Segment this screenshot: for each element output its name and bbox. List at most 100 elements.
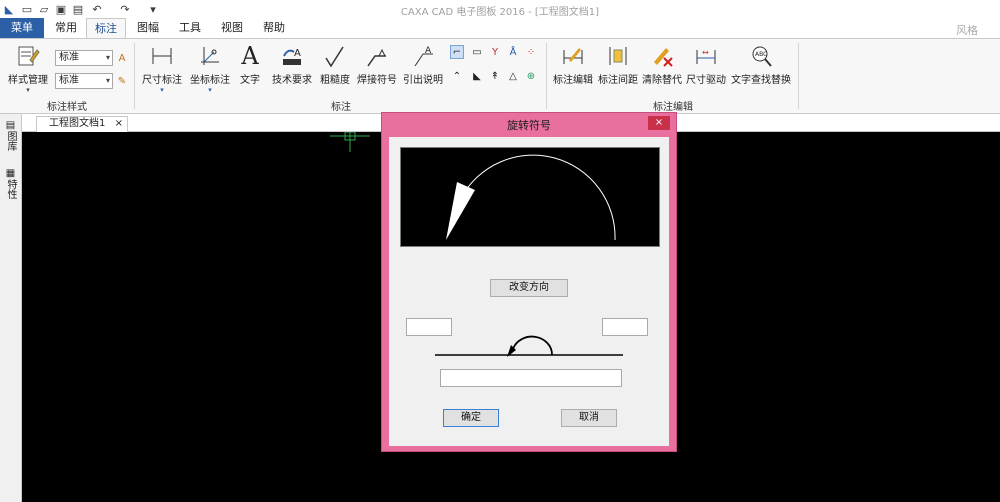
- tab-tools[interactable]: 工具: [172, 18, 208, 38]
- dimension-label: 尺寸标注: [142, 75, 182, 86]
- angle-dim-icon[interactable]: ⌃: [450, 69, 464, 83]
- text-style-value: 标准: [59, 75, 79, 86]
- style-manage-icon: [15, 43, 41, 69]
- dim-text-icon[interactable]: ⌐: [450, 45, 464, 59]
- annot-edit-label: 标注编辑: [553, 75, 593, 86]
- group-label-edit: 标注编辑: [653, 102, 693, 113]
- dimension-button[interactable]: 尺寸标注 ▾: [140, 43, 184, 94]
- dim-style-select[interactable]: 标准 ▾: [55, 50, 113, 66]
- cancel-button[interactable]: 取消: [561, 409, 617, 427]
- style-manage-label: 样式管理: [8, 75, 48, 86]
- annot-spacing-button[interactable]: 标注间距: [597, 43, 639, 86]
- dropdown-arrow-icon: ▾: [26, 86, 30, 94]
- annot-spacing-icon: [605, 43, 631, 69]
- tab-annotation[interactable]: 标注: [86, 18, 126, 39]
- menu-bar: 菜单 常用 标注 图幅 工具 视图 帮助 风格: [0, 18, 1000, 39]
- annot-edit-icon: [560, 43, 586, 69]
- dimension-icon: [149, 43, 175, 69]
- svg-text:A: A: [425, 46, 432, 56]
- dropdown-arrow-icon: ▾: [208, 86, 212, 94]
- chevron-down-icon: ▾: [105, 53, 110, 62]
- text-style-icon[interactable]: A: [115, 51, 129, 65]
- style-manage-button[interactable]: 样式管理 ▾: [6, 43, 50, 94]
- svg-text:A: A: [294, 48, 301, 59]
- side-panel: ▤图库 ▦特性: [0, 114, 22, 502]
- weld-button[interactable]: 焊接符号: [356, 43, 398, 86]
- text-style-select[interactable]: 标准 ▾: [55, 73, 113, 89]
- tolerance-icon[interactable]: ▭: [470, 45, 484, 59]
- dialog-title: 旋转符号: [507, 119, 551, 132]
- rotate-symbol-dialog: 旋转符号 × 改变方向 确定 取消: [381, 112, 677, 452]
- properties-icon: ▦: [5, 168, 16, 179]
- roughness-label: 粗糙度: [320, 75, 350, 86]
- datum-icon[interactable]: Å: [506, 45, 520, 59]
- text-find-replace-button[interactable]: ABC 文字查找替换: [729, 43, 793, 86]
- svg-text:↔: ↔: [702, 48, 709, 57]
- clear-override-label: 清除替代: [642, 75, 682, 86]
- dropdown-arrow-icon: ▾: [160, 86, 164, 94]
- roughness-button[interactable]: 粗糙度: [318, 43, 352, 86]
- change-direction-button[interactable]: 改变方向: [490, 279, 568, 297]
- dim-driven-icon: ↔: [693, 43, 719, 69]
- chevron-down-icon: ▾: [105, 76, 110, 85]
- arc-length-icon[interactable]: ◣: [470, 69, 484, 83]
- tab-common[interactable]: 常用: [48, 18, 84, 38]
- divider: [134, 43, 135, 109]
- dim-driven-label: 尺寸驱动: [686, 75, 726, 86]
- tech-req-button[interactable]: A 技术要求: [270, 43, 314, 86]
- ribbon: 样式管理 ▾ 标准 ▾ 标准 ▾ A ✎ 标注样式 尺寸标注 ▾ 坐标标注 ▾ A …: [0, 38, 1000, 114]
- roughness-icon: [322, 43, 348, 69]
- rotation-arc-preview-icon: [446, 154, 616, 241]
- annot-edit-button[interactable]: 标注编辑: [551, 43, 595, 86]
- tab-frame[interactable]: 图幅: [130, 18, 166, 38]
- title-bar: ◣ ▭ ▱ ▣ ▤ ↶ ↷ ▾ CAXA CAD 电子图板 2016 - [工程…: [0, 0, 1000, 18]
- tab-menu[interactable]: 菜单: [0, 18, 44, 38]
- close-icon[interactable]: ×: [115, 117, 123, 131]
- annot-spacing-label: 标注间距: [598, 75, 638, 86]
- tab-help[interactable]: 帮助: [256, 18, 292, 38]
- symbol-preview: [400, 147, 660, 247]
- weld-label: 焊接符号: [357, 75, 397, 86]
- tech-req-icon: A: [279, 43, 305, 69]
- coordinate-button[interactable]: 坐标标注 ▾: [188, 43, 232, 94]
- svg-text:ABC: ABC: [755, 51, 767, 58]
- text-a-icon: A: [241, 42, 259, 70]
- center-mark-icon[interactable]: ⁘: [524, 45, 538, 59]
- coordinate-label: 坐标标注: [190, 75, 230, 86]
- side-tab-library-label: 图库: [5, 131, 16, 151]
- chamfer-icon[interactable]: Y: [488, 45, 502, 59]
- document-tab[interactable]: 工程图文档1 ×: [36, 116, 128, 132]
- clear-override-icon: [649, 43, 675, 69]
- weld-icon: [364, 43, 390, 69]
- divider: [798, 43, 799, 109]
- side-tab-library[interactable]: ▤图库: [4, 120, 18, 151]
- tech-req-label: 技术要求: [272, 75, 312, 86]
- dim-style-value: 标准: [59, 52, 79, 63]
- dim-driven-button[interactable]: ↔ 尺寸驱动: [685, 43, 727, 86]
- symbol-icon[interactable]: △: [506, 69, 520, 83]
- clear-override-button[interactable]: 清除替代: [641, 43, 683, 86]
- document-tab-label: 工程图文档1: [49, 118, 106, 129]
- tab-view[interactable]: 视图: [214, 18, 250, 38]
- brush-icon[interactable]: ✎: [115, 74, 129, 88]
- leader-label: 引出说明: [403, 75, 443, 86]
- annotation-text-field[interactable]: [440, 369, 622, 387]
- leader-button[interactable]: A 引出说明: [402, 43, 444, 86]
- divider: [546, 43, 547, 109]
- target-icon[interactable]: ⊕: [524, 69, 538, 83]
- group-label-annotation: 标注: [331, 102, 351, 113]
- side-tab-properties-label: 特性: [5, 179, 16, 199]
- rotation-symbol-diagram-icon: [435, 335, 623, 357]
- coordinate-icon: [197, 43, 223, 69]
- dialog-close-button[interactable]: ×: [648, 116, 670, 130]
- group-label-style: 标注样式: [47, 102, 87, 113]
- side-tab-properties[interactable]: ▦特性: [4, 168, 18, 199]
- text-button[interactable]: A 文字: [236, 42, 264, 86]
- leader-icon: A: [410, 43, 436, 69]
- dialog-body: 改变方向 确定 取消: [389, 137, 669, 446]
- ok-button[interactable]: 确定: [443, 409, 499, 427]
- text-find-replace-label: 文字查找替换: [731, 75, 791, 86]
- arrow-icon[interactable]: ↟: [488, 69, 502, 83]
- style-label[interactable]: 风格: [956, 22, 978, 38]
- window-title: CAXA CAD 电子图板 2016 - [工程图文档1]: [400, 7, 600, 18]
